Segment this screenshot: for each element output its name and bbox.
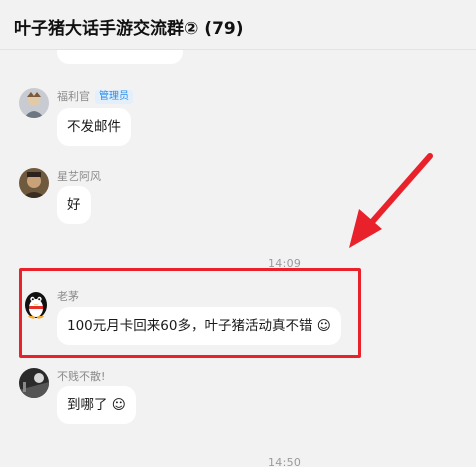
message-list[interactable]: 福利官 管理员 不发邮件 星艺阿风 好 14:09 老茅 100元月卡回来60多… (0, 0, 476, 467)
chat-header: 叶子猪大话手游交流群② (79) (0, 0, 476, 50)
message-bubble[interactable]: 好 (57, 186, 91, 224)
admin-badge: 管理员 (95, 90, 133, 104)
avatar[interactable] (19, 168, 49, 198)
avatar[interactable] (19, 368, 49, 398)
group-title: 叶子猪大话手游交流群② (79) (14, 19, 244, 39)
sender-name: 星艺阿风 (57, 170, 101, 183)
red-highlight-box (19, 268, 361, 358)
sender-name: 福利官 管理员 (57, 88, 133, 104)
chat-window: 福利官 管理员 不发邮件 星艺阿风 好 14:09 老茅 100元月卡回来60多… (0, 0, 476, 467)
message-bubble[interactable]: 到哪了 ☺ (57, 386, 136, 424)
message-bubble[interactable]: 不发邮件 (57, 108, 131, 146)
timestamp: 14:50 (268, 456, 302, 467)
sender-name: 不贱不散! (57, 370, 106, 383)
avatar[interactable] (19, 88, 49, 118)
